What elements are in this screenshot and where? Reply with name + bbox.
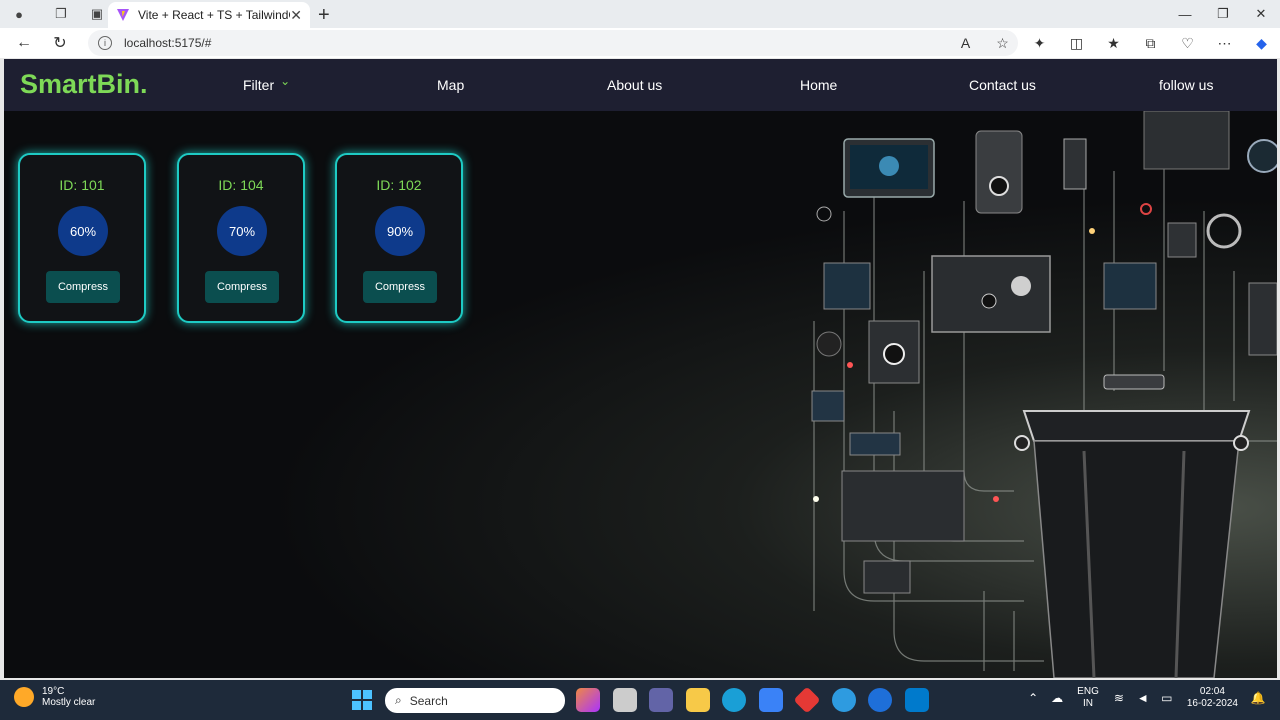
language-top: ENG <box>1077 686 1099 697</box>
store-icon[interactable] <box>758 688 783 712</box>
windows-start-icon[interactable] <box>352 690 372 710</box>
edge-browser-icon[interactable] <box>722 688 746 712</box>
smart-bin-illustration <box>811 111 1277 678</box>
onedrive-icon[interactable]: ☁ <box>1050 691 1064 705</box>
collections-icon[interactable]: ⧉ <box>1132 30 1169 56</box>
word-app-icon[interactable] <box>868 688 892 712</box>
compress-button[interactable]: Compress <box>46 271 120 303</box>
site-info-icon[interactable]: i <box>98 36 112 50</box>
close-window-icon[interactable]: ✕ <box>1242 0 1280 28</box>
moon-cloud-icon <box>14 687 34 707</box>
url-text: localhost:5175/# <box>124 36 212 50</box>
search-icon: ⌕ <box>395 693 402 707</box>
task-view-icon[interactable] <box>612 688 637 712</box>
fill-level-gauge: 60% <box>58 206 108 256</box>
language-bottom: IN <box>1083 698 1093 709</box>
file-explorer-icon[interactable] <box>685 688 710 712</box>
fill-level-gauge: 70% <box>217 206 267 256</box>
split-screen-icon[interactable]: ◫ <box>1058 30 1095 56</box>
time: 02:04 <box>1199 686 1225 697</box>
clock[interactable]: 02:04 16-02-2024 <box>1187 686 1238 710</box>
navbar: SmartBin. Filter ⌄ Map About us Home Cont… <box>4 59 1277 111</box>
battery-icon[interactable]: ▭ <box>1160 691 1174 705</box>
taskbar-search[interactable]: ⌕ Search <box>385 688 565 713</box>
bin-card: ID: 102 90% Compress <box>335 153 463 323</box>
bin-card: ID: 104 70% Compress <box>177 153 305 323</box>
nav-contact-us[interactable]: Contact us <box>969 77 1036 93</box>
tab-title: Vite + React + TS + TailwindCSS <box>138 8 290 22</box>
search-label: Search <box>409 693 448 708</box>
back-icon[interactable]: ← <box>6 29 42 57</box>
volume-icon[interactable]: ◄ <box>1136 691 1150 705</box>
new-tab-icon[interactable]: + <box>318 4 330 27</box>
favorite-star-icon[interactable]: ☆ <box>984 30 1021 56</box>
bin-card: ID: 101 60% Compress <box>18 153 146 323</box>
nav-map[interactable]: Map <box>437 77 464 93</box>
language-indicator[interactable]: ENG IN <box>1077 686 1099 710</box>
tab-actions-icon[interactable]: ▣ <box>88 5 106 23</box>
compress-button[interactable]: Compress <box>205 271 279 303</box>
browser-essentials-icon[interactable]: ♡ <box>1169 30 1206 56</box>
date: 16-02-2024 <box>1186 698 1238 709</box>
workspaces-icon[interactable]: ❐ <box>52 5 70 23</box>
bin-id: ID: 104 <box>218 177 264 193</box>
address-bar: ← ↻ i localhost:5175/# A ☆ ✦ ◫ ★ ⧉ ♡ ⋯ ◆ <box>0 28 1280 58</box>
nav-about-us[interactable]: About us <box>607 77 662 93</box>
notification-bell-icon[interactable]: 🔔 <box>1251 691 1266 705</box>
nav-filter[interactable]: Filter ⌄ <box>243 74 291 93</box>
browser-tab-strip: ● ❐ ▣ Vite + React + TS + TailwindCSS ✕ … <box>0 0 1280 28</box>
web-page: SmartBin. Filter ⌄ Map About us Home Cont… <box>4 59 1277 678</box>
vite-logo-icon <box>117 9 129 21</box>
minimize-icon[interactable]: — <box>1166 0 1204 28</box>
read-aloud-icon[interactable]: A <box>947 30 984 56</box>
taskbar: 19°C Mostly clear ⌕ Search ⌃ ☁ ENG IN ≋ … <box>0 680 1280 720</box>
show-hidden-icons-icon[interactable]: ⌃ <box>1026 691 1040 705</box>
copilot-icon[interactable]: ◆ <box>1243 30 1280 56</box>
maximize-icon[interactable]: ❐ <box>1204 0 1242 28</box>
extensions-icon[interactable]: ✦ <box>1021 30 1058 56</box>
bin-id: ID: 102 <box>376 177 422 193</box>
profile-icon[interactable]: ● <box>10 5 28 23</box>
favorites-icon[interactable]: ★ <box>1095 30 1132 56</box>
compress-button[interactable]: Compress <box>363 271 437 303</box>
url-field[interactable]: i localhost:5175/# <box>88 30 1018 56</box>
bin-id: ID: 101 <box>59 177 105 193</box>
nav-filter-label: Filter <box>243 77 275 93</box>
copilot-app-icon[interactable] <box>576 688 600 712</box>
chat-app-icon[interactable] <box>649 688 673 712</box>
more-menu-icon[interactable]: ⋯ <box>1206 30 1243 56</box>
vscode-icon[interactable] <box>904 688 929 712</box>
close-tab-icon[interactable]: ✕ <box>290 7 302 24</box>
edge-beta-icon[interactable] <box>831 688 856 712</box>
browser-tab[interactable]: Vite + React + TS + TailwindCSS ✕ <box>108 2 310 28</box>
wifi-icon[interactable]: ≋ <box>1112 691 1126 705</box>
nav-follow-us[interactable]: follow us <box>1159 77 1213 93</box>
red-app-icon[interactable] <box>793 686 821 714</box>
weather-status: Mostly clear <box>42 697 96 708</box>
brand-logo[interactable]: SmartBin. <box>20 69 148 100</box>
temperature: 19°C <box>42 686 65 697</box>
fill-level-gauge: 90% <box>375 206 425 256</box>
refresh-icon[interactable]: ↻ <box>42 29 78 57</box>
weather-widget[interactable]: 19°C Mostly clear <box>14 686 95 708</box>
chevron-down-icon: ⌄ <box>280 74 291 88</box>
nav-home[interactable]: Home <box>800 77 837 93</box>
